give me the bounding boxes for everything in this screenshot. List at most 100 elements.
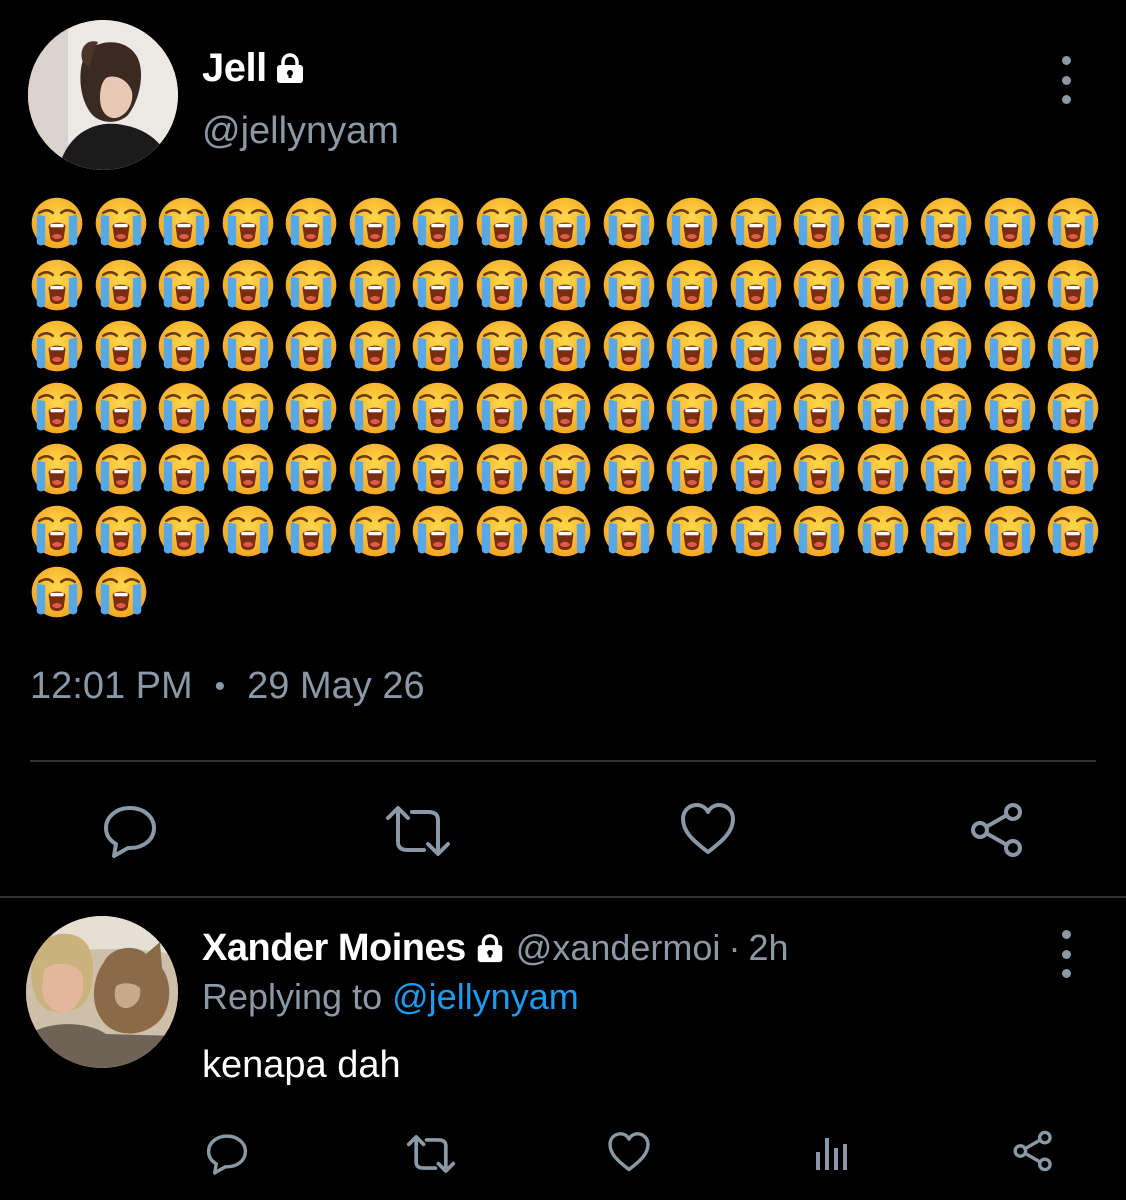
loudly-crying-face-emoji <box>30 442 94 504</box>
loudly-crying-face-emoji <box>411 504 475 566</box>
tweet-text <box>30 196 1110 627</box>
loudly-crying-face-emoji <box>475 258 539 320</box>
loudly-crying-face-emoji <box>30 504 94 566</box>
loudly-crying-face-emoji <box>602 196 666 258</box>
more-vertical-icon[interactable] <box>1056 56 1076 104</box>
loudly-crying-face-emoji <box>284 319 348 381</box>
loudly-crying-face-emoji <box>983 442 1047 504</box>
loudly-crying-face-emoji <box>30 319 94 381</box>
replying-to-mention[interactable]: @jellynyam <box>392 976 579 1017</box>
share-icon[interactable] <box>1010 1128 1056 1174</box>
loudly-crying-face-emoji <box>792 196 856 258</box>
loudly-crying-face-emoji <box>284 196 348 258</box>
reply-separator: · <box>728 927 741 968</box>
loudly-crying-face-emoji <box>792 442 856 504</box>
loudly-crying-face-emoji <box>856 196 920 258</box>
loudly-crying-face-emoji <box>792 258 856 320</box>
loudly-crying-face-emoji <box>411 381 475 443</box>
loudly-crying-face-emoji <box>665 381 729 443</box>
analytics-icon[interactable] <box>812 1132 852 1172</box>
tweet-detail-screen: Jell @jellynyam 12:01 PM • 29 May 26 Xan… <box>0 0 1126 1200</box>
loudly-crying-face-emoji <box>729 442 793 504</box>
like-icon[interactable] <box>678 800 738 858</box>
like-icon[interactable] <box>606 1130 652 1174</box>
more-vertical-icon[interactable] <box>1056 930 1076 978</box>
loudly-crying-face-emoji <box>602 442 666 504</box>
loudly-crying-face-emoji <box>221 319 285 381</box>
loudly-crying-face-emoji <box>856 442 920 504</box>
loudly-crying-face-emoji <box>30 565 94 627</box>
loudly-crying-face-emoji <box>411 258 475 320</box>
loudly-crying-face-emoji <box>792 504 856 566</box>
loudly-crying-face-emoji <box>1046 504 1110 566</box>
loudly-crying-face-emoji <box>157 258 221 320</box>
loudly-crying-face-emoji <box>94 565 158 627</box>
loudly-crying-face-emoji <box>221 381 285 443</box>
loudly-crying-face-emoji <box>919 319 983 381</box>
reply-author-avatar[interactable] <box>26 916 178 1068</box>
replying-to-line: Replying to @jellynyam <box>202 976 579 1018</box>
loudly-crying-face-emoji <box>94 319 158 381</box>
tweet-date: 29 May 26 <box>247 665 425 707</box>
tweet-time: 12:01 PM <box>30 665 193 707</box>
loudly-crying-face-emoji <box>665 258 729 320</box>
divider <box>0 896 1126 898</box>
reply-display-name[interactable]: Xander Moines <box>202 927 466 970</box>
loudly-crying-face-emoji <box>284 381 348 443</box>
reply-handle[interactable]: @xandermoi <box>516 927 721 969</box>
loudly-crying-face-emoji <box>475 196 539 258</box>
author-display-name[interactable]: Jell <box>202 46 267 91</box>
loudly-crying-face-emoji <box>665 504 729 566</box>
loudly-crying-face-emoji <box>919 504 983 566</box>
loudly-crying-face-emoji <box>856 504 920 566</box>
loudly-crying-face-emoji <box>411 442 475 504</box>
loudly-crying-face-emoji <box>538 196 602 258</box>
loudly-crying-face-emoji <box>348 319 412 381</box>
loudly-crying-face-emoji <box>475 381 539 443</box>
loudly-crying-face-emoji <box>348 381 412 443</box>
loudly-crying-face-emoji <box>983 258 1047 320</box>
loudly-crying-face-emoji <box>729 381 793 443</box>
reply-icon[interactable] <box>100 800 160 860</box>
loudly-crying-face-emoji <box>729 319 793 381</box>
loudly-crying-face-emoji <box>602 258 666 320</box>
loudly-crying-face-emoji <box>30 381 94 443</box>
loudly-crying-face-emoji <box>983 196 1047 258</box>
reply-header: Xander Moines @xandermoi · 2h <box>202 922 788 974</box>
loudly-crying-face-emoji <box>94 442 158 504</box>
reply-icon[interactable] <box>204 1130 250 1176</box>
loudly-crying-face-emoji <box>157 381 221 443</box>
author-name-row: Jell <box>202 40 307 96</box>
loudly-crying-face-emoji <box>475 442 539 504</box>
author-avatar[interactable] <box>28 20 178 170</box>
loudly-crying-face-emoji <box>856 258 920 320</box>
retweet-icon[interactable] <box>404 1134 458 1174</box>
loudly-crying-face-emoji <box>602 319 666 381</box>
loudly-crying-face-emoji <box>792 319 856 381</box>
share-icon[interactable] <box>966 800 1028 860</box>
loudly-crying-face-emoji <box>221 442 285 504</box>
loudly-crying-face-emoji <box>1046 319 1110 381</box>
author-handle[interactable]: @jellynyam <box>202 110 399 153</box>
replying-to-label: Replying to <box>202 976 383 1017</box>
tweet-timestamp[interactable]: 12:01 PM • 29 May 26 <box>30 665 425 708</box>
loudly-crying-face-emoji <box>94 504 158 566</box>
loudly-crying-face-emoji <box>284 258 348 320</box>
reply-text: kenapa dah <box>202 1044 401 1086</box>
loudly-crying-face-emoji <box>157 442 221 504</box>
reply-age[interactable]: 2h <box>748 927 788 969</box>
loudly-crying-face-emoji <box>538 319 602 381</box>
loudly-crying-face-emoji <box>157 504 221 566</box>
loudly-crying-face-emoji <box>729 196 793 258</box>
loudly-crying-face-emoji <box>30 196 94 258</box>
loudly-crying-face-emoji <box>919 442 983 504</box>
timestamp-separator: • <box>214 669 226 703</box>
divider <box>30 760 1096 762</box>
loudly-crying-face-emoji <box>348 196 412 258</box>
loudly-crying-face-emoji <box>411 319 475 381</box>
loudly-crying-face-emoji <box>538 504 602 566</box>
avatar-photo <box>28 20 178 170</box>
retweet-icon[interactable] <box>382 804 454 858</box>
loudly-crying-face-emoji <box>919 196 983 258</box>
loudly-crying-face-emoji <box>856 381 920 443</box>
